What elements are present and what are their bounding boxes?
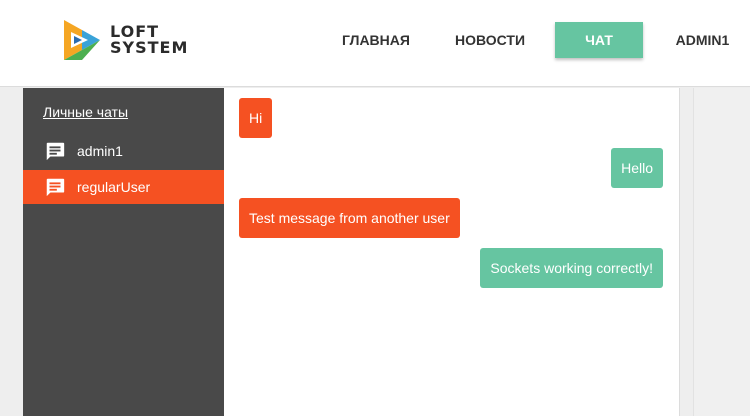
chat-item-regularuser[interactable]: regularUser: [23, 170, 224, 204]
top-header: LOFT SYSTEM ГЛАВНАЯ НОВОСТИ ЧАТ ADMIN1: [0, 0, 750, 87]
right-panel: [693, 88, 750, 416]
chat-bubble-icon: [44, 140, 66, 162]
chat-sidebar: Личные чаты admin1 regularUser: [23, 88, 224, 416]
nav-chat[interactable]: ЧАТ: [555, 22, 643, 58]
logo[interactable]: LOFT SYSTEM: [64, 20, 188, 60]
chat-bubble-icon: [44, 176, 66, 198]
message-incoming: Test message from another user: [239, 198, 460, 238]
chat-item-admin1[interactable]: admin1: [23, 134, 224, 168]
chat-item-label: admin1: [77, 143, 123, 159]
brand-name: LOFT SYSTEM: [110, 24, 188, 56]
chat-item-label: regularUser: [77, 179, 151, 195]
nav-news[interactable]: НОВОСТИ: [444, 22, 536, 58]
nav-user-profile[interactable]: ADMIN1: [665, 22, 740, 58]
message-incoming: Hi: [239, 98, 273, 138]
sidebar-title: Личные чаты: [43, 104, 129, 120]
play-triangle-logo-icon: [64, 20, 100, 60]
message-outgoing: Sockets working correctly!: [480, 248, 663, 288]
message-panel: Hi Hello Test message from another user …: [224, 88, 680, 416]
brand-line-2: SYSTEM: [110, 38, 189, 57]
message-outgoing: Hello: [611, 148, 663, 188]
nav-home[interactable]: ГЛАВНАЯ: [330, 22, 422, 58]
